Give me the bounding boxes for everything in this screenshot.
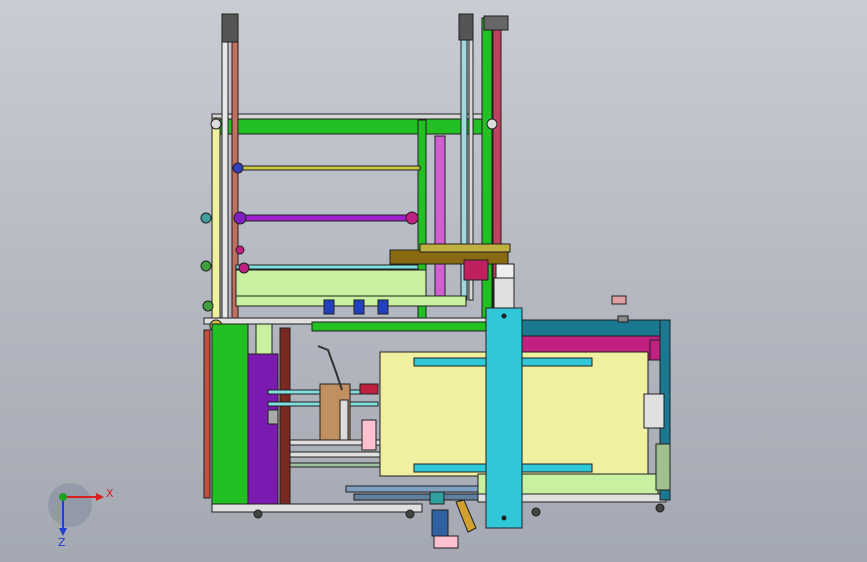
axis-triad: X Z	[48, 483, 114, 549]
left-post-outer	[211, 117, 221, 331]
rod-cyan	[235, 264, 419, 270]
rod-purple	[235, 214, 417, 222]
dark-red-column	[279, 327, 291, 505]
axis-x-label: X	[106, 487, 114, 500]
left-post-inner	[221, 27, 229, 329]
inner-rod-magenta	[434, 135, 446, 307]
machine-assembly-drawing: X Z	[48, 13, 671, 549]
left-base-plate	[203, 329, 211, 499]
axis-z-label: Z	[58, 536, 66, 549]
green-side-panel	[211, 323, 249, 507]
top-beam	[211, 117, 493, 135]
rod-yellow	[235, 165, 421, 171]
purple-side-panel	[247, 353, 279, 507]
cyan-tower	[485, 307, 523, 529]
cad-viewport[interactable]: X Z	[0, 0, 867, 562]
upper-frame	[200, 13, 515, 331]
green-rail	[311, 321, 489, 332]
box-back-teal	[519, 319, 671, 339]
bottom-rail	[211, 503, 423, 513]
